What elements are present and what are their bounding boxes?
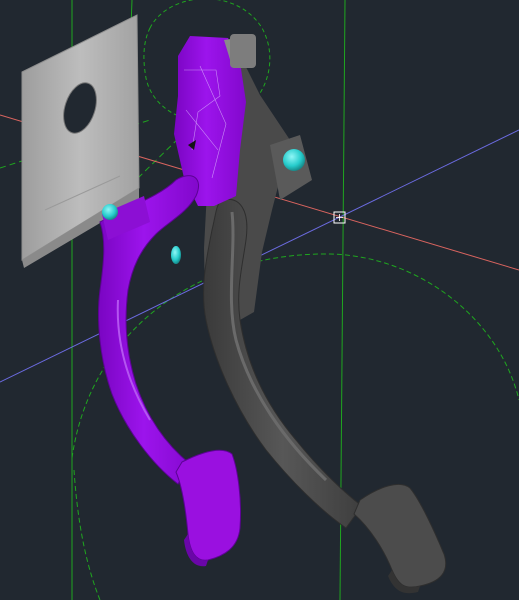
- cad-3d-viewport[interactable]: [0, 0, 519, 600]
- pivot-pin-left[interactable]: [102, 204, 118, 220]
- pivot-pin-upper[interactable]: [283, 149, 305, 171]
- clutch-pedal-pivot-tube: [230, 34, 256, 68]
- model-scene[interactable]: [0, 0, 519, 600]
- construction-arc-lower-left: [73, 469, 101, 600]
- brake-pedal-pad[interactable]: [353, 484, 447, 588]
- pivot-pin-middle[interactable]: [171, 246, 181, 264]
